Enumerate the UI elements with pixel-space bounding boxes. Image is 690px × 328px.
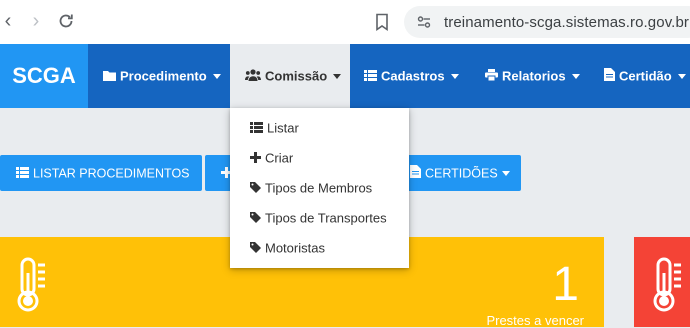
button-label: LISTAR PROCEDIMENTOS (33, 166, 190, 181)
expired-card[interactable] (634, 237, 690, 327)
nav-label: Certidão (619, 68, 672, 84)
folder-icon (103, 45, 116, 109)
list-icon (250, 114, 263, 144)
nav-comissao[interactable]: Comissão (230, 44, 350, 108)
address-bar[interactable]: treinamento-scga.sistemas.ro.gov.br (404, 6, 690, 38)
menu-item-label: Tipos de Transportes (265, 210, 387, 226)
comissao-dropdown-menu: Listar Criar Tipos de Membros Tipos de T… (230, 108, 409, 268)
menu-item-tipos-de-membros[interactable]: Tipos de Membros (250, 173, 372, 203)
file-icon (410, 156, 421, 192)
tag-icon (250, 204, 261, 234)
users-icon (245, 45, 261, 109)
menu-item-label: Tipos de Membros (265, 180, 373, 196)
nav-label: Procedimento (120, 68, 207, 84)
caret-down-icon (450, 74, 459, 80)
nav-procedimento[interactable]: Procedimento (103, 44, 221, 108)
nav-certidao[interactable]: Certidão (604, 44, 686, 108)
back-arrow-icon[interactable]: ‹ (0, 9, 20, 33)
thermometer-icon (16, 257, 52, 318)
print-icon (485, 45, 498, 109)
menu-item-label: Listar (267, 120, 299, 136)
nav-label: Relatorios (502, 68, 566, 84)
menu-item-label: Motoristas (265, 240, 325, 256)
reload-icon[interactable] (54, 9, 78, 33)
browser-toolbar: ‹ › treinamento-scga.sistemas.ro.gov.br (0, 0, 690, 45)
tag-icon (250, 234, 261, 264)
bookmark-icon[interactable] (372, 12, 392, 32)
nav-cadastros[interactable]: Cadastros (364, 44, 459, 108)
caret-down-icon (501, 171, 510, 177)
menu-item-motoristas[interactable]: Motoristas (250, 233, 325, 263)
caret-down-icon (212, 74, 221, 80)
menu-item-listar[interactable]: Listar (250, 113, 299, 143)
caret-down-icon (677, 74, 686, 80)
site-info-icon[interactable] (416, 14, 432, 30)
forward-arrow-icon[interactable]: › (24, 9, 48, 33)
brand-logo[interactable]: SCGA (0, 44, 88, 108)
caret-down-icon (571, 74, 580, 80)
thermometer-icon (652, 257, 688, 318)
nav-label: Comissão (265, 68, 328, 84)
list-icon (364, 45, 377, 109)
url-text: treinamento-scga.sistemas.ro.gov.br (444, 14, 689, 31)
file-icon (604, 45, 615, 109)
menu-item-tipos-de-transportes[interactable]: Tipos de Transportes (250, 203, 387, 233)
nav-relatorios[interactable]: Relatorios (485, 44, 580, 108)
list-procedures-button[interactable]: LISTAR PROCEDIMENTOS (0, 155, 202, 191)
caret-down-icon (333, 74, 342, 80)
certificates-button[interactable]: CERTIDÕES (398, 155, 521, 191)
menu-item-label: Criar (265, 150, 294, 166)
button-label: CERTIDÕES (425, 166, 498, 181)
plus-icon (250, 144, 261, 174)
menu-item-criar[interactable]: Criar (250, 143, 293, 173)
due-soon-count: 1 (552, 258, 579, 311)
nav-label: Cadastros (381, 68, 445, 84)
app-navbar: SCGA Procedimento Comissão Cadastros Rel… (0, 44, 690, 108)
due-soon-label: Prestes a vencer (486, 313, 584, 328)
list-icon (16, 156, 29, 192)
tag-icon (250, 174, 261, 204)
